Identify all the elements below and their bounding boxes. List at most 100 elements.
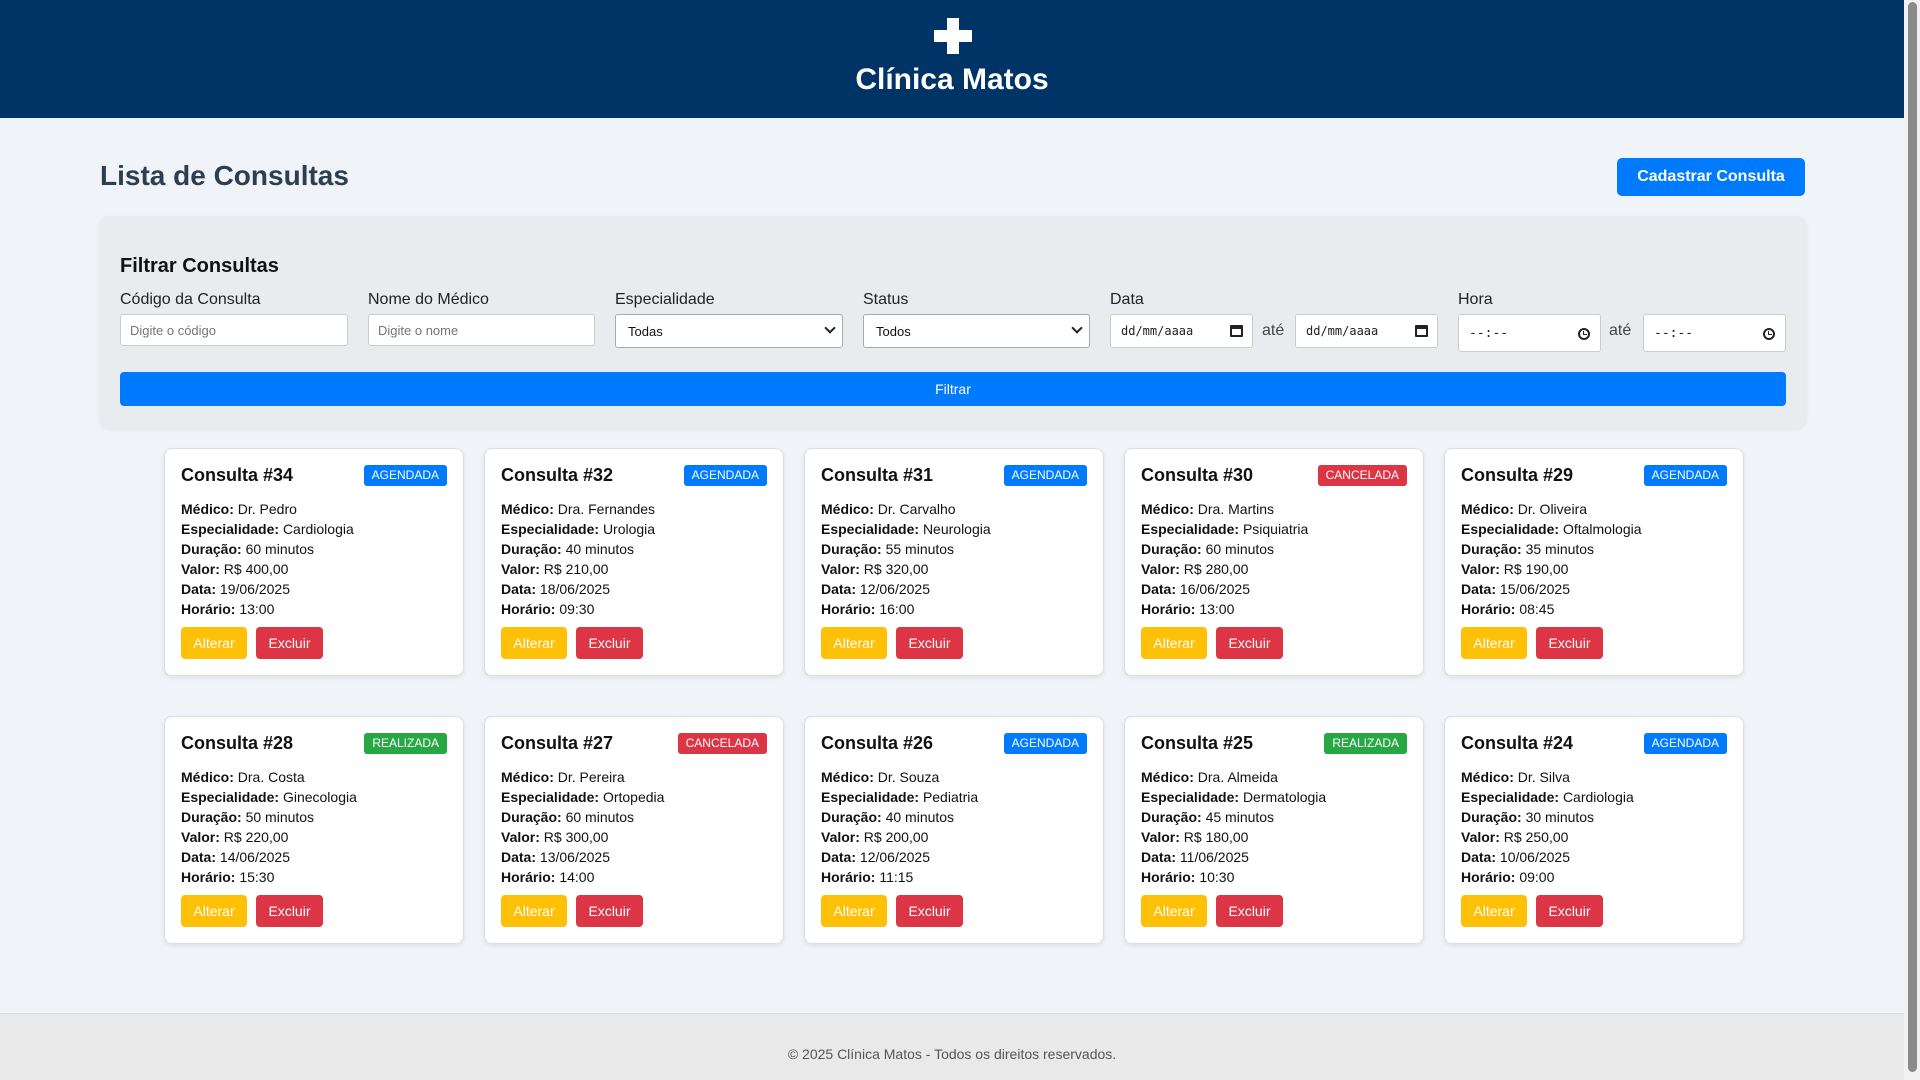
edit-button[interactable]: Alterar: [821, 627, 887, 659]
edit-button[interactable]: Alterar: [181, 627, 247, 659]
delete-button[interactable]: Excluir: [1536, 895, 1603, 927]
detail-horario-label: Horário:: [181, 869, 236, 885]
detail-data-label: Data:: [1461, 849, 1497, 865]
edit-button[interactable]: Alterar: [1141, 627, 1207, 659]
date-from-input[interactable]: dd/mm/aaaa: [1110, 314, 1253, 348]
detail-data: Data: 10/06/2025: [1461, 847, 1634, 867]
filter-panel: Filtrar Consultas Código da Consulta Dig…: [100, 216, 1806, 428]
consultation-title: Consulta #30: [1141, 465, 1254, 485]
edit-button[interactable]: Alterar: [1461, 627, 1527, 659]
edit-button[interactable]: Alterar: [821, 895, 887, 927]
detail-data-value: 12/06/2025: [859, 581, 930, 597]
detail-duracao: Duração: 40 minutos: [501, 539, 655, 559]
detail-duracao-label: Duração:: [181, 541, 242, 557]
clock-icon[interactable]: [1763, 328, 1775, 340]
consultation-card: Consulta #25 REALIZADA Médico: Dra. Almeid…: [1124, 716, 1424, 944]
detail-data-label: Data:: [501, 581, 537, 597]
detail-duracao-label: Duração:: [501, 541, 562, 557]
code-input[interactable]: Digite o código: [120, 314, 348, 346]
vertical-scrollbar[interactable]: [1904, 0, 1920, 1080]
edit-button[interactable]: Alterar: [501, 895, 567, 927]
detail-valor: Valor: R$ 250,00: [1461, 827, 1634, 847]
detail-medico-label: Médico:: [1141, 501, 1194, 517]
delete-button[interactable]: Excluir: [896, 627, 963, 659]
date-label: Data: [1110, 291, 1144, 308]
specialty-value: Todas: [628, 323, 663, 339]
detail-data-value: 18/06/2025: [539, 581, 610, 597]
detail-horario-value: 13:00: [239, 601, 275, 617]
detail-especialidade-value: Neurologia: [922, 521, 991, 537]
edit-button[interactable]: Alterar: [181, 895, 247, 927]
delete-button[interactable]: Excluir: [576, 627, 643, 659]
detail-data: Data: 11/06/2025: [1141, 847, 1326, 867]
detail-data-label: Data:: [1461, 581, 1497, 597]
detail-valor: Valor: R$ 400,00: [181, 559, 354, 579]
time-label: Hora: [1458, 291, 1493, 308]
delete-button[interactable]: Excluir: [256, 627, 323, 659]
detail-data: Data: 15/06/2025: [1461, 579, 1642, 599]
detail-horario: Horário: 14:00: [501, 867, 664, 887]
detail-valor-value: R$ 250,00: [1503, 829, 1569, 845]
detail-duracao-value: 30 minutos: [1525, 809, 1595, 825]
doctor-input[interactable]: Digite o nome: [368, 314, 595, 346]
specialty-select[interactable]: Todas: [615, 314, 843, 348]
time-from-input[interactable]: --:--: [1458, 314, 1601, 352]
detail-horario: Horário: 10:30: [1141, 867, 1326, 887]
detail-horario-label: Horário:: [501, 869, 556, 885]
detail-duracao-value: 40 minutos: [565, 541, 635, 557]
consultation-details: Médico: Dr. Souza Especialidade: Pediatri…: [821, 767, 978, 887]
detail-data-label: Data:: [1141, 849, 1177, 865]
detail-data-value: 11/06/2025: [1179, 849, 1249, 865]
detail-horario-value: 08:45: [1519, 601, 1555, 617]
scrollbar-thumb[interactable]: [1908, 2, 1917, 1072]
detail-horario: Horário: 08:45: [1461, 599, 1642, 619]
detail-medico-label: Médico:: [821, 769, 874, 785]
detail-medico-label: Médico:: [501, 769, 554, 785]
delete-button[interactable]: Excluir: [1216, 627, 1283, 659]
filter-button[interactable]: Filtrar: [120, 372, 1786, 406]
add-consultation-button[interactable]: Cadastrar Consulta: [1617, 158, 1805, 196]
detail-medico: Médico: Dr. Carvalho: [821, 499, 991, 519]
status-label: Status: [863, 291, 909, 308]
detail-horario-value: 09:00: [1519, 869, 1555, 885]
clock-icon[interactable]: [1578, 328, 1590, 340]
time-from-placeholder: --:--: [1469, 325, 1509, 341]
detail-data-value: 15/06/2025: [1499, 581, 1570, 597]
delete-button[interactable]: Excluir: [576, 895, 643, 927]
edit-button[interactable]: Alterar: [501, 627, 567, 659]
consultation-card: Consulta #26 AGENDADA Médico: Dr. Souza Esp…: [804, 716, 1104, 944]
detail-duracao-value: 45 minutos: [1205, 809, 1275, 825]
delete-button[interactable]: Excluir: [1216, 895, 1283, 927]
delete-button[interactable]: Excluir: [896, 895, 963, 927]
date-to-input[interactable]: dd/mm/aaaa: [1295, 314, 1438, 348]
consultation-title: Consulta #31: [821, 465, 934, 485]
detail-especialidade-value: Urologia: [602, 521, 656, 537]
delete-button[interactable]: Excluir: [1536, 627, 1603, 659]
calendar-icon[interactable]: [1230, 325, 1243, 337]
detail-duracao: Duração: 45 minutos: [1141, 807, 1326, 827]
consultation-details: Médico: Dra. Martins Especialidade: Psiqu…: [1141, 499, 1308, 619]
delete-button[interactable]: Excluir: [256, 895, 323, 927]
status-badge: CANCELADA: [1317, 465, 1407, 486]
edit-button[interactable]: Alterar: [1141, 895, 1207, 927]
edit-button[interactable]: Alterar: [1461, 895, 1527, 927]
detail-valor-label: Valor:: [501, 829, 540, 845]
detail-horario-label: Horário:: [181, 601, 236, 617]
detail-especialidade-label: Especialidade:: [821, 789, 920, 805]
calendar-icon[interactable]: [1415, 325, 1428, 337]
detail-medico-label: Médico:: [1461, 501, 1514, 517]
detail-especialidade-value: Oftalmologia: [1562, 521, 1642, 537]
detail-valor: Valor: R$ 200,00: [821, 827, 978, 847]
detail-valor: Valor: R$ 300,00: [501, 827, 664, 847]
detail-medico-label: Médico:: [181, 769, 234, 785]
detail-especialidade-label: Especialidade:: [1141, 521, 1240, 537]
detail-medico: Médico: Dra. Almeida: [1141, 767, 1326, 787]
status-badge: AGENDADA: [363, 465, 447, 486]
time-to-input[interactable]: --:--: [1643, 314, 1786, 352]
detail-data-label: Data:: [1141, 581, 1177, 597]
detail-horario-label: Horário:: [821, 869, 876, 885]
specialty-label: Especialidade: [615, 291, 715, 308]
detail-horario-label: Horário:: [1141, 601, 1196, 617]
status-select[interactable]: Todos: [863, 314, 1090, 348]
detail-medico-value: Dra. Costa: [237, 769, 305, 785]
